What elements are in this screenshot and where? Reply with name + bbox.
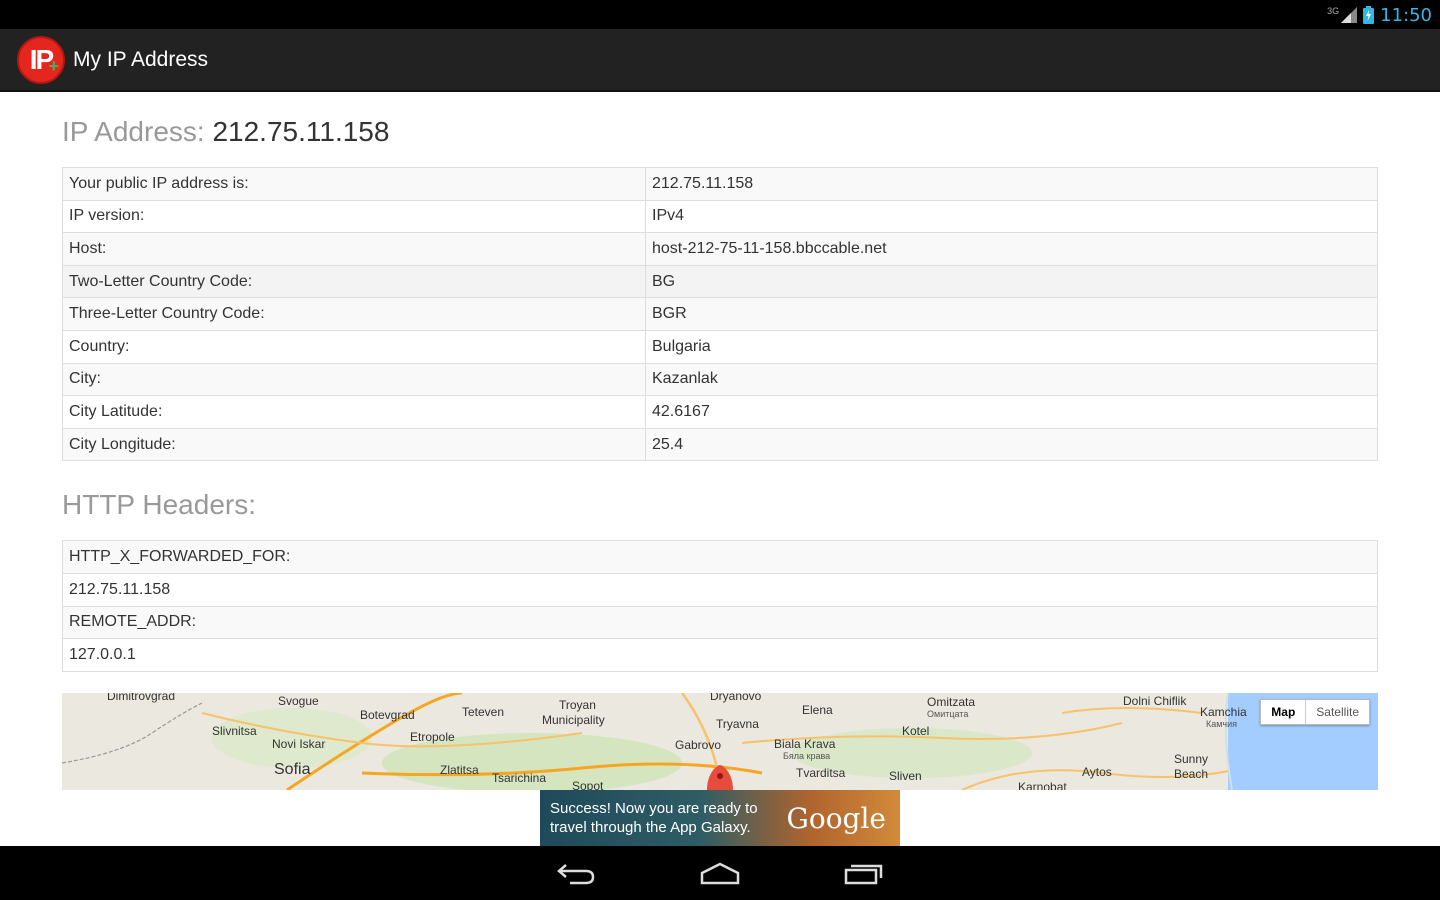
row-value: Kazanlak: [645, 362, 1378, 396]
map-label: Sunny: [1174, 752, 1209, 766]
map-label: Gabrovo: [675, 738, 722, 752]
row-label: Your public IP address is:: [62, 167, 646, 201]
row-label: Three-Letter Country Code:: [62, 297, 646, 331]
row-label: Two-Letter Country Code:: [62, 264, 646, 298]
map-label: Sofia: [274, 761, 311, 778]
row-value: host-212-75-11-158.bbccable.net: [645, 232, 1378, 266]
map-label: Tsarichina: [492, 771, 547, 785]
http-headers-heading: HTTP Headers:: [62, 489, 256, 521]
row-label: City:: [62, 362, 646, 396]
back-icon: [557, 864, 595, 885]
map-label: Elena: [802, 703, 833, 717]
home-button[interactable]: [698, 860, 742, 886]
plus-icon: +: [48, 55, 58, 76]
map-label: Омитцата: [927, 709, 969, 719]
ad-brand: Google: [786, 802, 886, 835]
ip-address-heading: IP Address: 212.75.11.158: [62, 116, 1378, 148]
ad-line-1: Success! Now you are ready to: [550, 800, 758, 817]
home-icon: [700, 862, 740, 885]
header-name: REMOTE_ADDR:: [62, 605, 1378, 639]
http-headers-table: HTTP_X_FORWARDED_FOR: 212.75.11.158 REMO…: [62, 540, 1378, 672]
row-label: IP version:: [62, 199, 646, 233]
back-button[interactable]: [554, 860, 598, 886]
map-label: Камчия: [1206, 719, 1238, 729]
ad-banner[interactable]: Success! Now you are ready to travel thr…: [540, 790, 900, 846]
row-label: City Longitude:: [62, 427, 646, 461]
app-title: My IP Address: [73, 47, 209, 71]
app-logo-icon[interactable]: IP +: [17, 35, 65, 84]
status-bar: 3G 11:50: [0, 0, 1440, 29]
map-label: Teteven: [462, 705, 505, 719]
ip-heading-label: IP Address:: [62, 116, 205, 147]
table-row: City Latitude: 42.6167: [62, 395, 1378, 429]
satellite-view-button[interactable]: Satellite: [1306, 700, 1369, 724]
map-label: Dolni Chiflik: [1123, 694, 1187, 708]
table-row: HTTP_X_FORWARDED_FOR:: [62, 540, 1378, 574]
row-label: Country:: [62, 329, 646, 364]
table-row: REMOTE_ADDR:: [62, 605, 1378, 639]
clock: 11:50: [1380, 4, 1432, 26]
row-label: Host:: [62, 232, 646, 266]
map-label: Aytos: [1082, 765, 1112, 779]
table-row: Three-Letter Country Code: BGR: [62, 297, 1378, 331]
table-row: City: Kazanlak: [62, 362, 1378, 396]
row-value: 212.75.11.158: [645, 167, 1378, 201]
map-label: Troyan: [559, 698, 596, 712]
table-row: Country: Bulgaria: [62, 329, 1378, 364]
table-row: Two-Letter Country Code: BG: [62, 264, 1378, 298]
header-name: HTTP_X_FORWARDED_FOR:: [62, 540, 1378, 574]
header-value: 212.75.11.158: [62, 572, 1378, 607]
map-label: Botevgrad: [360, 708, 415, 722]
table-row: 212.75.11.158: [62, 572, 1378, 607]
table-row: IP version: IPv4: [62, 199, 1378, 233]
battery-icon: [1363, 6, 1375, 24]
row-value: IPv4: [645, 199, 1378, 233]
network-label: 3G: [1327, 6, 1340, 16]
row-value: Bulgaria: [645, 329, 1378, 364]
map-label: Etropole: [410, 730, 455, 744]
map-label: Beach: [1174, 767, 1209, 781]
map-view-button[interactable]: Map: [1261, 700, 1307, 724]
location-map[interactable]: Dimitrovgrad Svogue Botevgrad Teteven Tr…: [62, 693, 1378, 790]
ad-line-2: travel through the App Galaxy.: [550, 819, 751, 836]
ad-text: Success! Now you are ready to travel thr…: [550, 799, 758, 837]
row-value: 25.4: [645, 427, 1378, 461]
map-label: Svogue: [278, 694, 319, 708]
status-icons: 3G 11:50: [1327, 4, 1432, 26]
header-value: 127.0.0.1: [62, 638, 1378, 672]
recent-apps-icon: [844, 864, 883, 885]
row-value: 42.6167: [645, 395, 1378, 429]
map-label: Kamchia: [1200, 705, 1247, 719]
map-label: Biala Krava: [774, 737, 836, 751]
recent-apps-button[interactable]: [842, 860, 886, 886]
map-label: Бяла крава: [783, 751, 831, 761]
map-label: Tryavna: [716, 717, 759, 731]
map-label: Tvarditsa: [796, 766, 846, 780]
map-label: Dryanovo: [710, 693, 762, 703]
map-label: Sopot: [572, 779, 604, 790]
row-value: BGR: [645, 297, 1378, 331]
navigation-bar: [0, 846, 1440, 900]
map-label: Karnobat: [1018, 780, 1067, 790]
map-label: Municipality: [542, 713, 605, 727]
main-content: IP Address: 212.75.11.158 Your public IP…: [62, 92, 1378, 672]
map-label: Zlatitsa: [440, 763, 479, 777]
map-type-toggle: Map Satellite: [1260, 699, 1370, 725]
map-label: Omitzata: [927, 695, 976, 709]
table-row: City Longitude: 25.4: [62, 427, 1378, 461]
row-value: BG: [645, 264, 1378, 298]
map-label: Dimitrovgrad: [107, 693, 176, 703]
table-row: Host: host-212-75-11-158.bbccable.net: [62, 232, 1378, 266]
table-row: 127.0.0.1: [62, 638, 1378, 672]
map-label: Sliven: [889, 769, 922, 783]
ip-heading-value: 212.75.11.158: [212, 116, 390, 147]
map-label: Slivnitsa: [212, 724, 257, 738]
ip-info-table: Your public IP address is: 212.75.11.158 …: [62, 167, 1378, 462]
table-row: Your public IP address is: 212.75.11.158: [62, 167, 1378, 201]
map-label: Kotel: [902, 724, 930, 738]
map-label: Novi Iskar: [272, 737, 326, 751]
signal-icon: [1341, 7, 1358, 23]
row-label: City Latitude:: [62, 395, 646, 429]
action-bar: IP + My IP Address: [0, 29, 1440, 92]
